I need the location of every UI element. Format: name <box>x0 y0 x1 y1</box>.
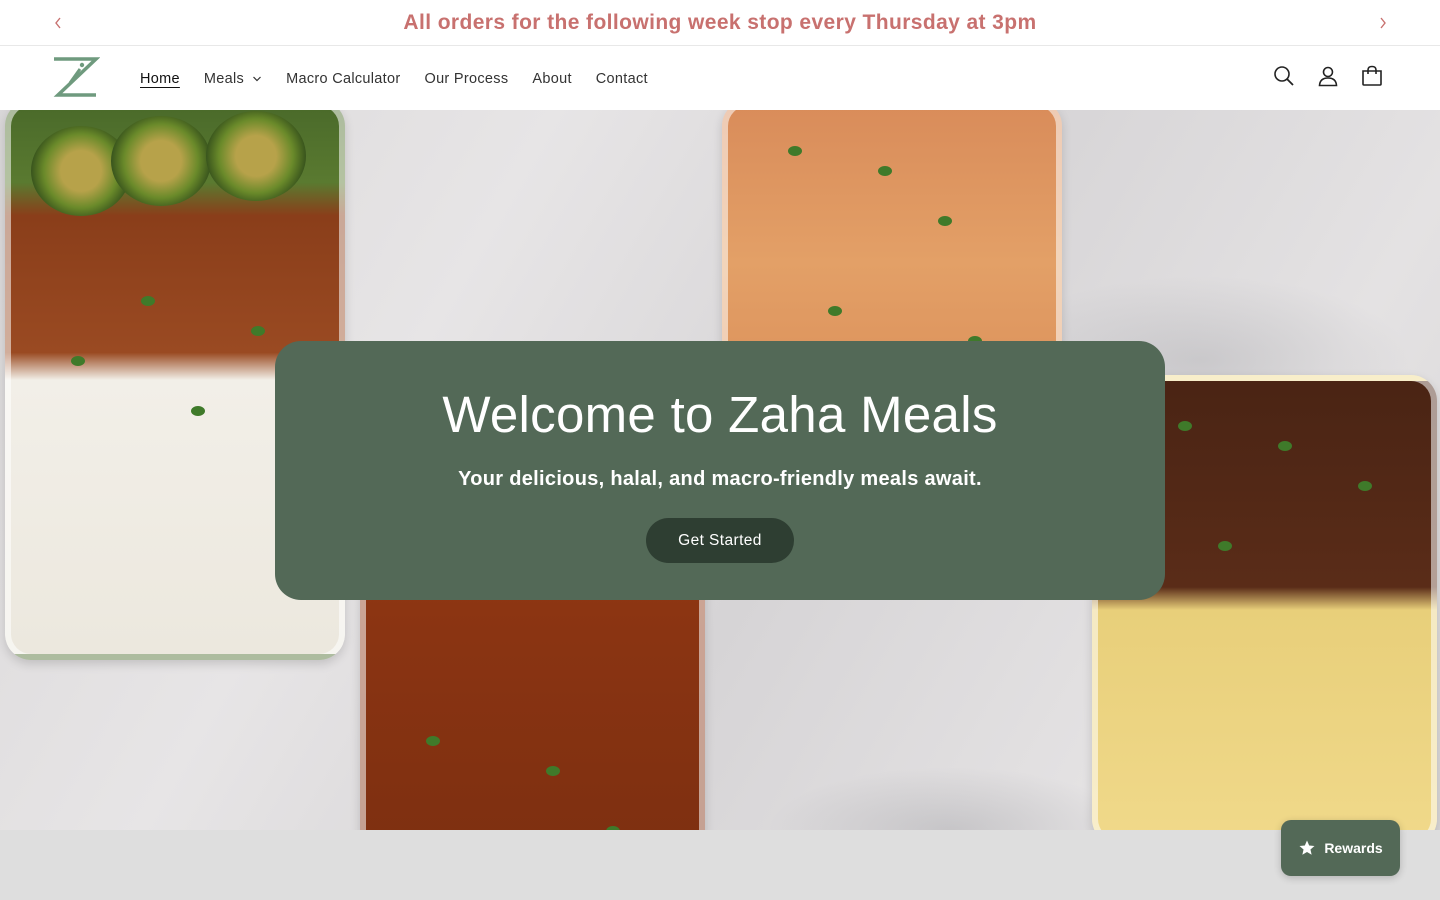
announcement-next-button[interactable] <box>1373 13 1393 33</box>
hero-title: Welcome to Zaha Meals <box>442 386 998 443</box>
announcement-bar: All orders for the following week stop e… <box>0 0 1440 46</box>
cart-button[interactable] <box>1360 64 1384 88</box>
rewards-button[interactable]: Rewards <box>1281 820 1400 876</box>
nav-item-home[interactable]: Home <box>140 71 180 87</box>
star-icon <box>1299 840 1315 855</box>
zaha-logo-icon <box>53 57 101 97</box>
nav-item-label: Our Process <box>424 70 509 87</box>
nav-item-macro-calculator[interactable]: Macro Calculator <box>286 71 400 87</box>
nav-item-label: Meals <box>203 70 245 87</box>
rewards-label: Rewards <box>1324 840 1383 856</box>
hero-subtitle: Your delicious, halal, and macro-friendl… <box>458 468 982 490</box>
nav-item-label: Contact <box>595 70 648 87</box>
main-nav: Home Meals Macro Calculator Our Process … <box>140 47 672 110</box>
nav-item-label: About <box>532 70 572 87</box>
get-started-button[interactable]: Get Started <box>646 518 794 563</box>
site-logo[interactable] <box>50 55 101 99</box>
nav-item-about[interactable]: About <box>532 71 571 87</box>
site-header: Home Meals Macro Calculator Our Process … <box>0 47 1440 110</box>
hero-content-box: Welcome to Zaha Meals Your delicious, ha… <box>275 341 1165 600</box>
chevron-right-icon <box>1380 17 1386 29</box>
search-button[interactable] <box>1272 64 1296 88</box>
chevron-left-icon <box>55 17 61 29</box>
nav-item-our-process[interactable]: Our Process <box>424 71 508 87</box>
account-icon <box>1318 66 1338 87</box>
nav-item-contact[interactable]: Contact <box>596 71 648 87</box>
hero-banner: Welcome to Zaha Meals Your delicious, ha… <box>0 110 1440 830</box>
search-icon <box>1274 66 1294 86</box>
next-section <box>0 830 1440 900</box>
announcement-prev-button[interactable] <box>48 13 68 33</box>
chevron-down-icon <box>252 75 262 83</box>
header-icons <box>1272 64 1384 88</box>
nav-item-meals[interactable]: Meals <box>204 71 262 87</box>
announcement-text: All orders for the following week stop e… <box>403 10 1037 34</box>
cart-icon <box>1362 65 1382 86</box>
nav-item-label: Home <box>140 70 180 87</box>
account-button[interactable] <box>1316 64 1340 88</box>
nav-item-label: Macro Calculator <box>286 70 401 87</box>
